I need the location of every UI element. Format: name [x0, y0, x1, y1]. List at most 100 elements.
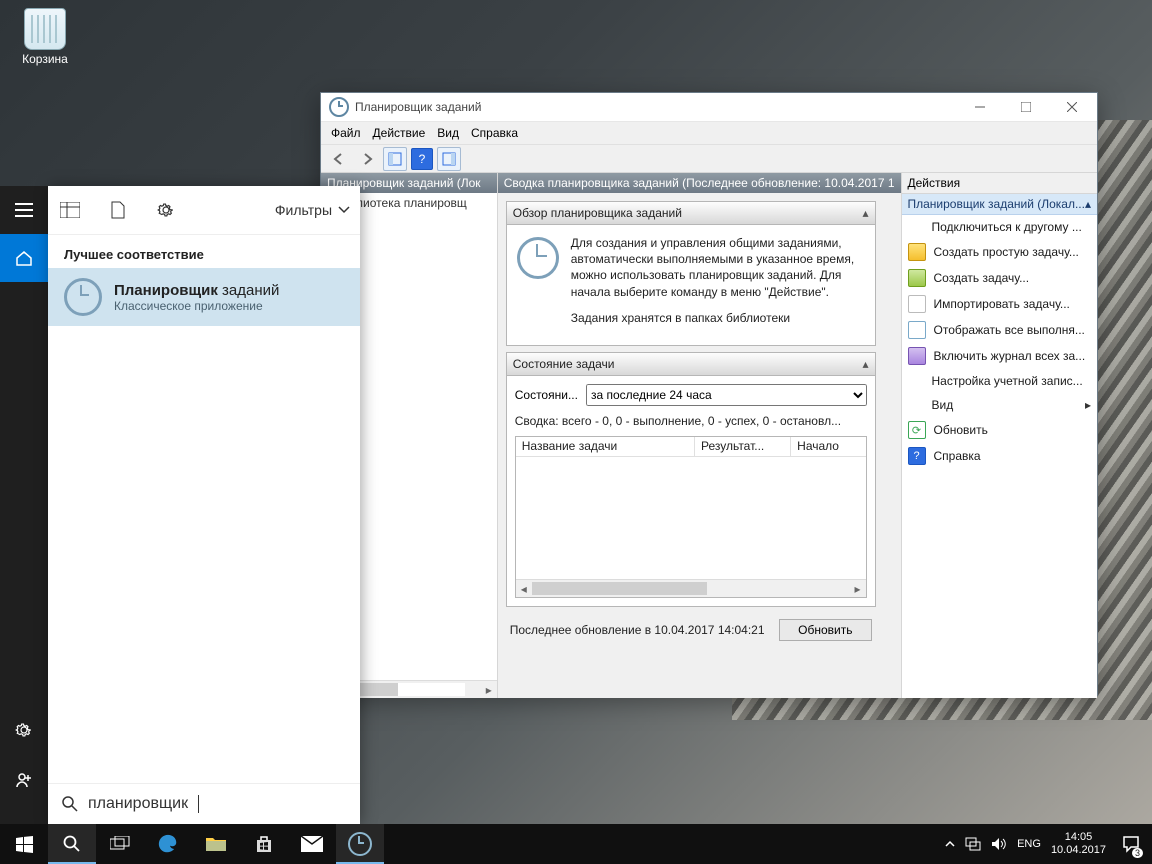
- search-result-task-scheduler[interactable]: Планировщик заданий Классическое приложе…: [48, 268, 360, 326]
- taskbar-explorer[interactable]: [192, 824, 240, 864]
- apps-icon[interactable]: [58, 198, 82, 222]
- status-summary: Сводка: всего - 0, 0 - выполнение, 0 - у…: [515, 414, 867, 428]
- result-title: Планировщик заданий: [114, 282, 279, 299]
- settings-icon[interactable]: [154, 198, 178, 222]
- action-view[interactable]: Вид▸: [902, 393, 1098, 417]
- task-scheduler-icon: [329, 97, 349, 117]
- task-scheduler-window: Планировщик заданий Файл Действие Вид Сп…: [320, 92, 1098, 696]
- start-button[interactable]: [0, 824, 48, 864]
- menu-file[interactable]: Файл: [331, 126, 361, 140]
- tray-notifications[interactable]: 3: [1116, 824, 1146, 864]
- tray-network-icon[interactable]: [965, 837, 981, 851]
- taskbar-task-scheduler[interactable]: [336, 824, 384, 864]
- tasks-table: Название задачи Результат... Начало ◂: [515, 436, 867, 598]
- forward-button[interactable]: [355, 147, 379, 171]
- window-title: Планировщик заданий: [355, 100, 481, 114]
- recycle-bin-label: Корзина: [15, 52, 75, 66]
- titlebar[interactable]: Планировщик заданий: [321, 93, 1097, 122]
- scroll-left-icon[interactable]: ◂: [516, 580, 532, 597]
- rail-user-button[interactable]: [0, 756, 48, 804]
- start-rail: [0, 186, 48, 824]
- tray-volume-icon[interactable]: [991, 837, 1007, 851]
- rail-home-button[interactable]: [0, 234, 48, 282]
- result-subtitle: Классическое приложение: [114, 299, 279, 313]
- action-show-all-running[interactable]: Отображать все выполня...: [902, 317, 1098, 343]
- taskbar-store[interactable]: [240, 824, 288, 864]
- documents-icon[interactable]: [106, 198, 130, 222]
- action-account-config[interactable]: Настройка учетной запис...: [902, 369, 1098, 393]
- status-label: Состояни...: [515, 388, 578, 402]
- back-button[interactable]: [327, 147, 351, 171]
- action-create-task[interactable]: Создать задачу...: [902, 265, 1098, 291]
- search-input[interactable]: планировщик: [48, 783, 360, 824]
- rail-menu-button[interactable]: [0, 186, 48, 234]
- view-icon: [908, 397, 924, 413]
- overview-body: Для создания и управления общими задания…: [506, 225, 876, 346]
- help-button[interactable]: ?: [411, 148, 433, 170]
- action-connect[interactable]: Подключиться к другому ...: [902, 215, 1098, 239]
- action-import-task[interactable]: Импортировать задачу...: [902, 291, 1098, 317]
- action-refresh[interactable]: ⟳Обновить: [902, 417, 1098, 443]
- col-start[interactable]: Начало: [791, 437, 865, 457]
- maximize-button[interactable]: [1003, 93, 1049, 121]
- show-hide-actions-button[interactable]: [437, 147, 461, 171]
- status-period-select[interactable]: за последние 24 часа: [586, 384, 867, 406]
- taskbar-search-button[interactable]: [48, 824, 96, 864]
- action-create-basic-task[interactable]: Создать простую задачу...: [902, 239, 1098, 265]
- taskbar: ENG 14:05 10.04.2017 3: [0, 824, 1152, 864]
- account-icon: [908, 373, 924, 389]
- overview-groupbar[interactable]: Обзор планировщика заданий ▴: [506, 201, 876, 225]
- tray-language[interactable]: ENG: [1017, 838, 1041, 850]
- recycle-bin-icon: [24, 8, 66, 50]
- show-hide-tree-button[interactable]: [383, 147, 407, 171]
- menu-view[interactable]: Вид: [437, 126, 459, 140]
- actions-header: Действия: [902, 173, 1098, 194]
- collapse-icon[interactable]: ▴: [1085, 197, 1091, 211]
- col-name[interactable]: Название задачи: [516, 437, 695, 457]
- collapse-icon[interactable]: ▴: [862, 357, 868, 371]
- new-task-icon: [908, 269, 926, 287]
- connect-icon: [908, 219, 924, 235]
- center-header: Сводка планировщика заданий (Последнее о…: [498, 173, 901, 193]
- chevron-down-icon: [338, 204, 350, 216]
- text-caret: [198, 795, 199, 813]
- tray-clock[interactable]: 14:05 10.04.2017: [1051, 831, 1106, 857]
- action-help[interactable]: ?Справка: [902, 443, 1098, 469]
- actions-subheader[interactable]: Планировщик заданий (Локал... ▴: [902, 194, 1098, 215]
- taskbar-edge[interactable]: [144, 824, 192, 864]
- clock-icon: [517, 237, 559, 279]
- menu-help[interactable]: Справка: [471, 126, 518, 140]
- action-enable-history[interactable]: Включить журнал всех за...: [902, 343, 1098, 369]
- tray-chevron-icon[interactable]: [945, 839, 955, 849]
- taskbar-taskview-button[interactable]: [96, 824, 144, 864]
- search-query: планировщик: [88, 795, 188, 813]
- system-tray: ENG 14:05 10.04.2017 3: [939, 824, 1152, 864]
- search-panel-header: Фильтры: [48, 186, 360, 235]
- status-groupbar[interactable]: Состояние задачи ▴: [506, 352, 876, 376]
- minimize-button[interactable]: [957, 93, 1003, 121]
- recycle-bin[interactable]: Корзина: [15, 8, 75, 66]
- wizard-icon: [908, 243, 926, 261]
- task-scheduler-icon: [64, 278, 102, 316]
- menubar: Файл Действие Вид Справка: [321, 122, 1097, 145]
- col-result[interactable]: Результат...: [695, 437, 791, 457]
- actions-pane: Действия Планировщик заданий (Локал... ▴…: [902, 173, 1098, 698]
- center-scrollbar[interactable]: [884, 193, 901, 698]
- refresh-button[interactable]: Обновить: [779, 619, 871, 641]
- last-update-label: Последнее обновление в 10.04.2017 14:04:…: [510, 623, 765, 637]
- tasks-table-body: [516, 457, 866, 579]
- taskbar-mail[interactable]: [288, 824, 336, 864]
- refresh-icon: ⟳: [908, 421, 926, 439]
- scroll-right-icon[interactable]: ▸: [850, 580, 866, 597]
- tasks-scrollbar[interactable]: ◂ ▸: [516, 579, 866, 597]
- list-icon: [908, 321, 926, 339]
- rail-settings-button[interactable]: [0, 706, 48, 754]
- close-button[interactable]: [1049, 93, 1095, 121]
- notification-badge: 3: [1132, 848, 1143, 858]
- scroll-right-icon[interactable]: ▸: [481, 681, 497, 698]
- history-icon: [908, 347, 926, 365]
- center-pane: Сводка планировщика заданий (Последнее о…: [498, 173, 902, 698]
- menu-action[interactable]: Действие: [373, 126, 426, 140]
- filters-button[interactable]: Фильтры: [275, 202, 350, 218]
- collapse-icon[interactable]: ▴: [862, 206, 868, 220]
